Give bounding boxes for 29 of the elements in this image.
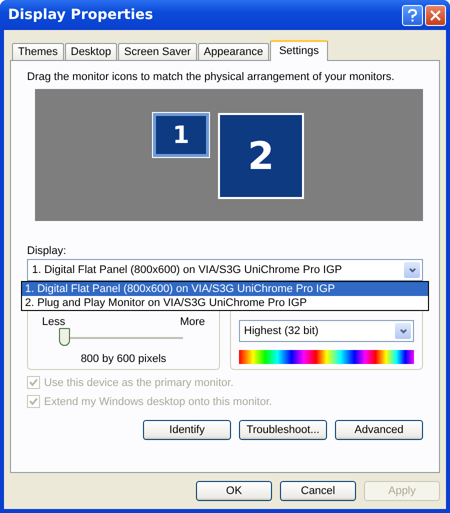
dialog-button[interactable]: OK [196,481,272,501]
panel-button[interactable]: Advanced [335,420,423,440]
close-button[interactable] [425,4,446,26]
tab[interactable]: Screen Saver [118,43,197,60]
slider-thumb[interactable] [59,328,70,346]
dropdown-option[interactable]: 2. Plug and Play Monitor on VIA/S3G UniChrome Pro IGP [22,296,428,310]
less-label: Less [42,316,66,328]
tab[interactable]: Desktop [64,43,118,60]
help-button[interactable] [402,4,423,26]
panel-button[interactable]: Troubleshoot... [239,420,327,440]
tab[interactable]: Themes [12,43,64,60]
color-quality-dropdown[interactable]: Highest (32 bit) [239,320,414,342]
panel-button[interactable]: Identify [143,420,231,440]
resolution-reading: 800 by 600 pixels [80,353,168,365]
window-title: Display Properties [8,7,154,23]
dialog-button[interactable]: Cancel [280,481,356,501]
display-dropdown[interactable]: 1. Digital Flat Panel (800x600) on VIA/S3G UniChrome Pro IGP [27,259,423,281]
monitor-icon[interactable]: 2 [218,113,304,199]
checkbox-label: Extend my Windows desktop onto this monitor. [44,396,272,408]
dropdown-option[interactable]: 1. Digital Flat Panel (800x600) on VIA/S3G UniChrome Pro IGP [22,282,428,296]
more-label: More [180,316,205,328]
monitor-icon[interactable]: 1 [153,113,209,157]
tab[interactable]: Appearance [198,43,270,60]
question-mark-icon [407,8,418,22]
instruction-text: Drag the monitor icons to match the physical arrangement of your monitors. [27,71,396,83]
display-label: Display: [27,245,68,257]
close-icon [430,10,441,20]
tab[interactable]: Settings [270,40,328,61]
checkbox-label: Use this device as the primary monitor. [44,376,234,388]
